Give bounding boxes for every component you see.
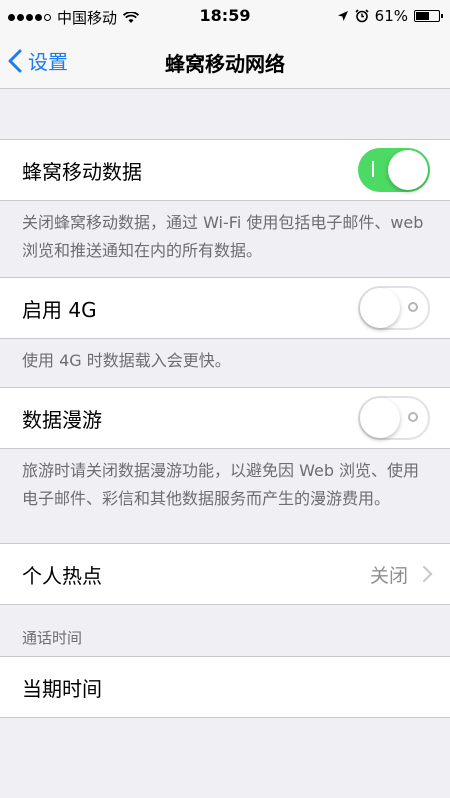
cellular-data-toggle[interactable] — [358, 148, 430, 192]
current-period-label: 当期时间 — [22, 676, 102, 701]
hotspot-value: 关闭 — [369, 564, 408, 587]
cellular-data-footer: 关闭蜂窝移动数据，通过 Wi-Fi 使用包括电子邮件、web 浏览和推送通知在内… — [22, 213, 424, 260]
hotspot-row[interactable]: 个人热点 关闭 — [0, 544, 450, 604]
toggle-knob — [360, 288, 400, 328]
data-roaming-footer: 旅游时请关闭数据漫游功能，以避免因 Web 浏览、使用电子邮件、彩信和其他数据服… — [22, 461, 420, 508]
toggle-off-indicator — [408, 412, 418, 422]
enable-4g-row: 启用 4G — [0, 278, 450, 338]
enable-4g-label: 启用 4G — [22, 297, 97, 322]
chevron-right-icon — [415, 565, 433, 583]
battery-icon — [414, 10, 443, 22]
toggle-on-indicator — [372, 161, 374, 177]
toggle-knob — [360, 398, 400, 438]
call-time-group: 当期时间 — [0, 656, 450, 718]
location-arrow-icon — [337, 11, 348, 21]
current-period-row: 当期时间 — [0, 657, 450, 717]
battery-percentage: 61% — [374, 7, 408, 25]
data-roaming-group: 数据漫游 — [0, 387, 450, 449]
cellular-data-label: 蜂窝移动数据 — [22, 159, 142, 184]
alarm-clock-icon — [355, 9, 369, 23]
data-roaming-label: 数据漫游 — [22, 407, 102, 432]
toggle-knob — [388, 150, 428, 190]
data-roaming-toggle[interactable] — [358, 396, 430, 440]
toggle-off-indicator — [408, 302, 418, 312]
enable-4g-group: 启用 4G — [0, 277, 450, 339]
enable-4g-footer: 使用 4G 时数据载入会更快。 — [22, 351, 231, 370]
hotspot-group: 个人热点 关闭 — [0, 543, 450, 605]
status-bar: 中国移动 18:59 61% — [0, 0, 450, 32]
call-time-header: 通话时间 — [22, 629, 83, 647]
page-title: 蜂窝移动网络 — [165, 52, 285, 76]
cellular-data-group: 蜂窝移动数据 — [0, 139, 450, 201]
cellular-data-row: 蜂窝移动数据 — [0, 140, 450, 200]
hotspot-label: 个人热点 — [22, 563, 102, 588]
data-roaming-row: 数据漫游 — [0, 388, 450, 448]
enable-4g-toggle[interactable] — [358, 286, 430, 330]
navigation-bar: 设置 蜂窝移动网络 — [0, 32, 450, 89]
status-right: 61% — [337, 7, 443, 25]
